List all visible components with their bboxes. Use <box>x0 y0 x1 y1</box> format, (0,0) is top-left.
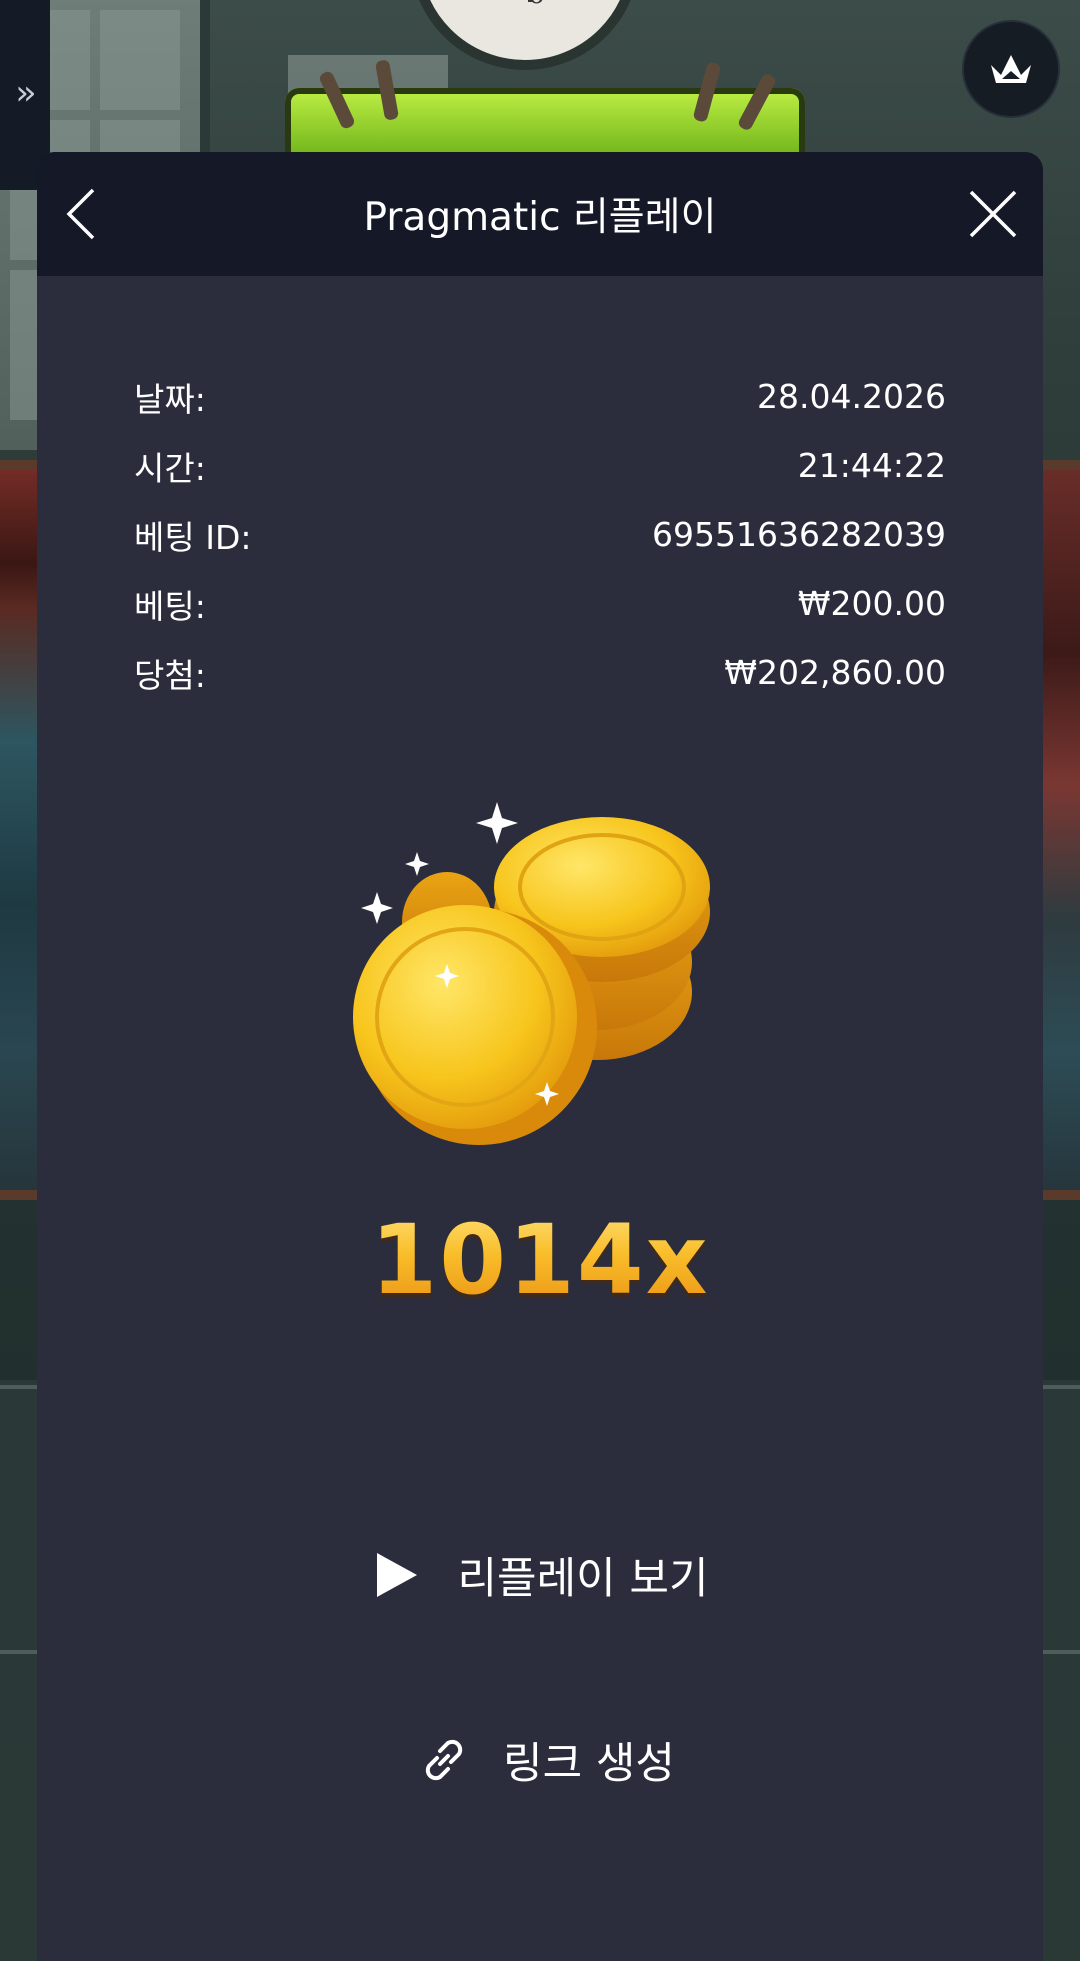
double-chevron-right-icon: ›› <box>15 73 36 113</box>
modal-title: Pragmatic 리플레이 <box>363 195 717 240</box>
info-row-bet: 베팅: ₩200.00 <box>134 569 946 638</box>
time-value: 21:44:22 <box>797 446 946 485</box>
back-button[interactable] <box>51 182 111 246</box>
modal-header: Pragmatic 리플레이 <box>37 152 1043 276</box>
date-label: 날짜: <box>134 379 206 419</box>
bet-id-value: 69551636282039 <box>652 515 946 554</box>
background-reel-left <box>0 460 40 1200</box>
info-row-time: 시간: 21:44:22 <box>134 431 946 500</box>
background-reel-right <box>1040 460 1080 1200</box>
date-value: 28.04.2026 <box>757 377 946 416</box>
time-label: 시간: <box>134 448 206 488</box>
crown-icon <box>991 55 1031 83</box>
background-game-logo <box>285 88 805 158</box>
play-icon <box>377 1553 418 1597</box>
link-icon <box>425 1739 463 1781</box>
close-button[interactable] <box>961 182 1025 246</box>
create-link-label: 링크 생성 <box>503 1739 675 1789</box>
win-multiplier: 1014x <box>37 1204 1043 1316</box>
bet-value: ₩200.00 <box>797 584 946 623</box>
gold-coins-icon <box>353 802 710 1145</box>
close-icon <box>969 190 1017 238</box>
chevron-left-icon <box>66 188 95 240</box>
replay-modal: Pragmatic 리플레이 날짜: 28.04.2026 시간: 21:44:… <box>37 152 1043 1961</box>
crown-button[interactable] <box>964 22 1058 116</box>
bet-id-label: 베팅 ID: <box>134 517 252 557</box>
watch-replay-label: 리플레이 보기 <box>457 1554 709 1604</box>
win-value: ₩202,860.00 <box>724 653 946 692</box>
win-label: 당첨: <box>134 655 206 695</box>
watch-replay-button[interactable]: 리플레이 보기 <box>317 1537 767 1613</box>
info-row-bet-id: 베팅 ID: 69551636282039 <box>134 500 946 569</box>
create-link-button[interactable]: 링크 생성 <box>377 1722 717 1798</box>
bet-info-table: 날짜: 28.04.2026 시간: 21:44:22 베팅 ID: 69551… <box>134 362 946 707</box>
bet-label: 베팅: <box>134 586 206 626</box>
info-row-win: 당첨: ₩202,860.00 <box>134 638 946 707</box>
info-row-date: 날짜: 28.04.2026 <box>134 362 946 431</box>
